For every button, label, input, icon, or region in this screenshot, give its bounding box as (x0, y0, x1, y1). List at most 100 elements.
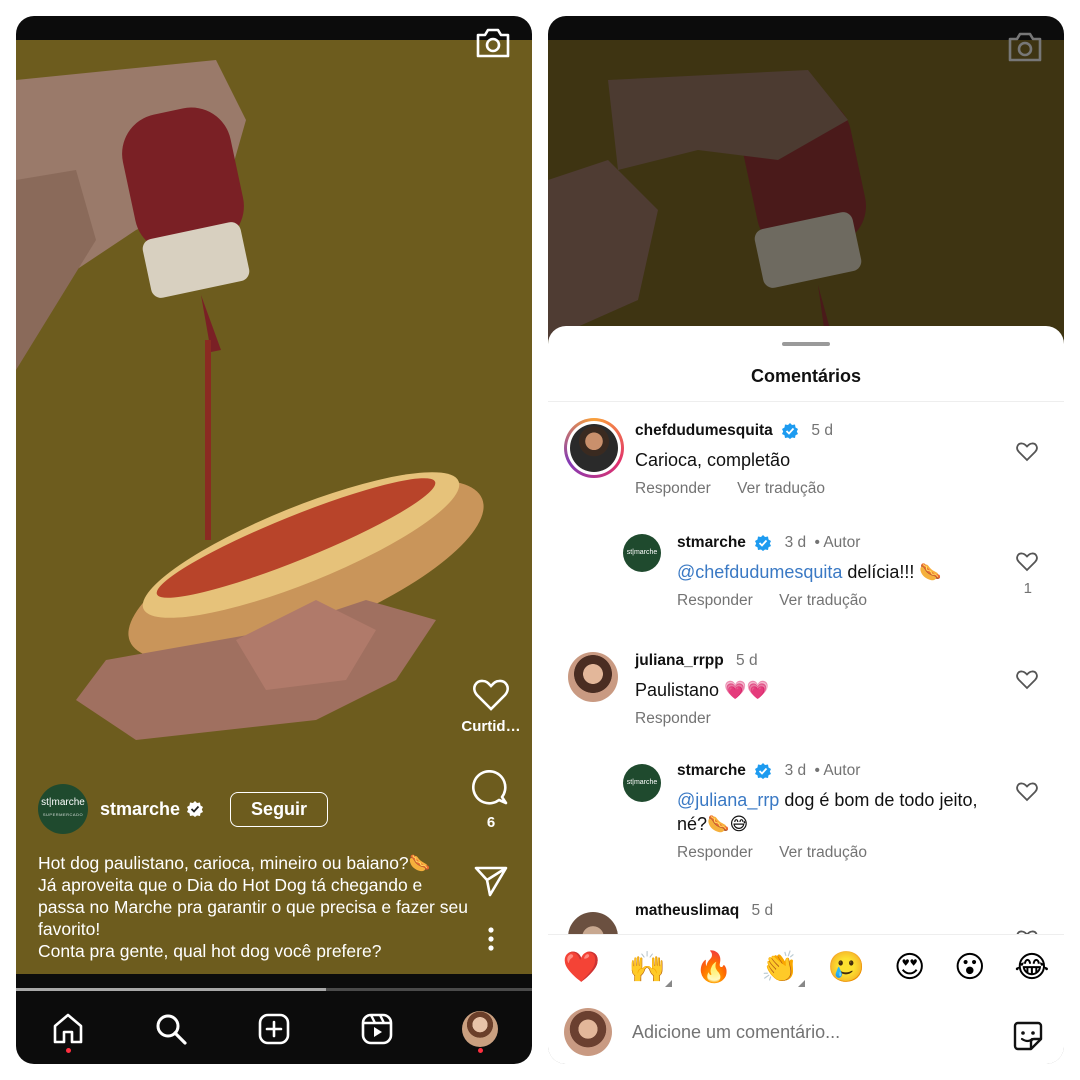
reply-button[interactable]: Responder (635, 710, 711, 727)
commenter-avatar[interactable]: st|marche (623, 534, 661, 572)
comments-count: 6 (486, 814, 496, 831)
reel-caption[interactable]: Hot dog paulistano, carioca, mineiro ou … (38, 852, 468, 962)
story-ring[interactable] (564, 418, 624, 478)
comment-like-count: 1 (1023, 580, 1032, 597)
comment-actions: Responder Ver tradução (677, 592, 889, 610)
comment-mention[interactable]: @juliana_rrp (677, 790, 779, 810)
reel-progress-bar[interactable] (16, 988, 532, 991)
author-tag: • Autor (814, 762, 861, 780)
translate-button[interactable]: Ver tradução (779, 592, 867, 609)
nav-search[interactable] (151, 1009, 191, 1049)
nav-home[interactable] (48, 1009, 88, 1053)
verified-badge-icon (755, 763, 772, 779)
commenter-avatar[interactable] (568, 912, 618, 936)
divider (548, 401, 1064, 402)
reply-button[interactable]: Responder (677, 592, 753, 609)
reel-video-dimmed[interactable] (548, 40, 1064, 360)
notification-dot (65, 1048, 71, 1053)
logo-tagline: SUPERMERCADO (42, 812, 84, 817)
skin-tone-indicator (665, 980, 673, 987)
bottom-nav (16, 994, 532, 1064)
profile-avatar[interactable] (462, 1011, 499, 1047)
comment-input[interactable]: Adicione um comentário... (632, 1022, 840, 1043)
commenter-avatar[interactable]: st|marche (623, 764, 661, 802)
comment-like-icon[interactable] (1016, 782, 1038, 802)
comment-actions: Responder Ver tradução (677, 844, 889, 862)
comment-actions: Responder (635, 710, 733, 728)
reply-button[interactable]: Responder (677, 844, 753, 861)
notification-dot (478, 1048, 484, 1053)
emoji-raising-hands[interactable]: 🙌 (629, 950, 673, 987)
emoji-heart-eyes[interactable]: 😍 (894, 950, 925, 985)
reply-button[interactable]: Responder (635, 480, 711, 497)
comment-meta: stmarche 3 d • Autor (677, 534, 860, 552)
comment-composer: Adicione um comentário... (548, 1000, 1064, 1064)
comment-text: Paulistano 💗💗 (635, 680, 769, 700)
search-icon[interactable] (154, 1012, 188, 1046)
translate-button[interactable]: Ver tradução (737, 480, 825, 497)
camera-icon[interactable] (474, 26, 512, 60)
comment-username[interactable]: matheuslimaq (635, 902, 739, 919)
commenter-avatar[interactable] (570, 424, 618, 472)
emoji-quick-reactions: ❤️ 🙌 🔥 👏 🥲 😍 😮 😂 (548, 934, 1064, 1000)
emoji-laughing[interactable]: 😂 (1014, 950, 1049, 985)
share-action[interactable] (468, 864, 514, 898)
logo-text: st|marche (626, 549, 658, 556)
comment-time: 5 d (751, 902, 774, 919)
comment-actions: Responder Ver tradução (635, 480, 847, 498)
comment-meta: juliana_rrpp 5 d (635, 652, 758, 670)
author-handle[interactable]: stmarche (100, 799, 180, 820)
sheet-drag-handle[interactable] (782, 342, 830, 346)
comment-like-icon[interactable] (1016, 670, 1038, 690)
comment-like-icon[interactable] (1016, 552, 1038, 572)
comment-action[interactable]: 6 (468, 770, 514, 831)
follow-button[interactable]: Seguir (230, 791, 329, 827)
sheet-title: Comentários (750, 366, 862, 386)
emoji-tear-smile[interactable]: 🥲 (828, 950, 865, 985)
comment-mention[interactable]: @chefdudumesquita (677, 562, 842, 582)
my-avatar (564, 1008, 612, 1056)
reel-author-row: st|marche SUPERMERCADO stmarche Seguir (38, 784, 329, 834)
comment-username[interactable]: chefdudumesquita (635, 422, 773, 439)
nav-create[interactable] (254, 1009, 294, 1049)
translate-button[interactable]: Ver tradução (779, 844, 867, 861)
emoji-clapping[interactable]: 👏 (761, 950, 805, 987)
comment-like-icon[interactable] (1016, 442, 1038, 462)
comment-time: 3 d (784, 762, 807, 780)
reel-progress-fill (16, 988, 326, 991)
emoji-heart[interactable]: ❤️ (562, 950, 599, 985)
sticker-icon[interactable] (1012, 1020, 1044, 1052)
commenter-avatar[interactable] (568, 652, 618, 702)
more-action[interactable] (468, 926, 514, 952)
emoji-fire[interactable]: 🔥 (695, 950, 732, 985)
skin-tone-indicator (797, 980, 805, 987)
verified-badge-icon (782, 423, 799, 439)
send-icon[interactable] (473, 864, 509, 898)
hotdog-photo-dimmed (548, 40, 1064, 360)
nav-profile[interactable] (460, 1009, 500, 1053)
comment-meta: stmarche 3 d • Autor (677, 762, 860, 780)
emoji-surprised[interactable]: 😮 (954, 950, 985, 985)
more-options-icon[interactable] (487, 926, 495, 952)
author-avatar[interactable]: st|marche SUPERMERCADO (38, 784, 88, 834)
comment-text: Carioca, completão (635, 450, 791, 470)
comment-time: 5 d (736, 652, 758, 669)
like-action[interactable]: Curtid… (461, 678, 521, 735)
heart-icon[interactable] (472, 678, 510, 712)
verified-badge-icon (755, 535, 772, 551)
comment-username[interactable]: stmarche (677, 762, 746, 779)
comment-meta: matheuslimaq 5 d (635, 902, 773, 920)
reel-screen: Curtid… 6 st|marche SUPERMERCADO stmarch… (16, 16, 532, 1064)
nav-reels[interactable] (357, 1009, 397, 1049)
camera-icon[interactable] (1006, 30, 1044, 64)
comment-item: chefdudumesquita 5 d Carioca, completão … (548, 418, 1064, 518)
create-icon[interactable] (257, 1012, 291, 1046)
comment-icon[interactable] (472, 770, 510, 808)
comment-time: 3 d (784, 534, 807, 552)
comment-username[interactable]: stmarche (677, 534, 746, 551)
reels-icon[interactable] (360, 1012, 394, 1046)
comment-username[interactable]: juliana_rrpp (635, 652, 724, 669)
author-tag: • Autor (814, 534, 861, 552)
home-icon[interactable] (51, 1012, 85, 1046)
likes-label: Curtid… (461, 718, 521, 735)
